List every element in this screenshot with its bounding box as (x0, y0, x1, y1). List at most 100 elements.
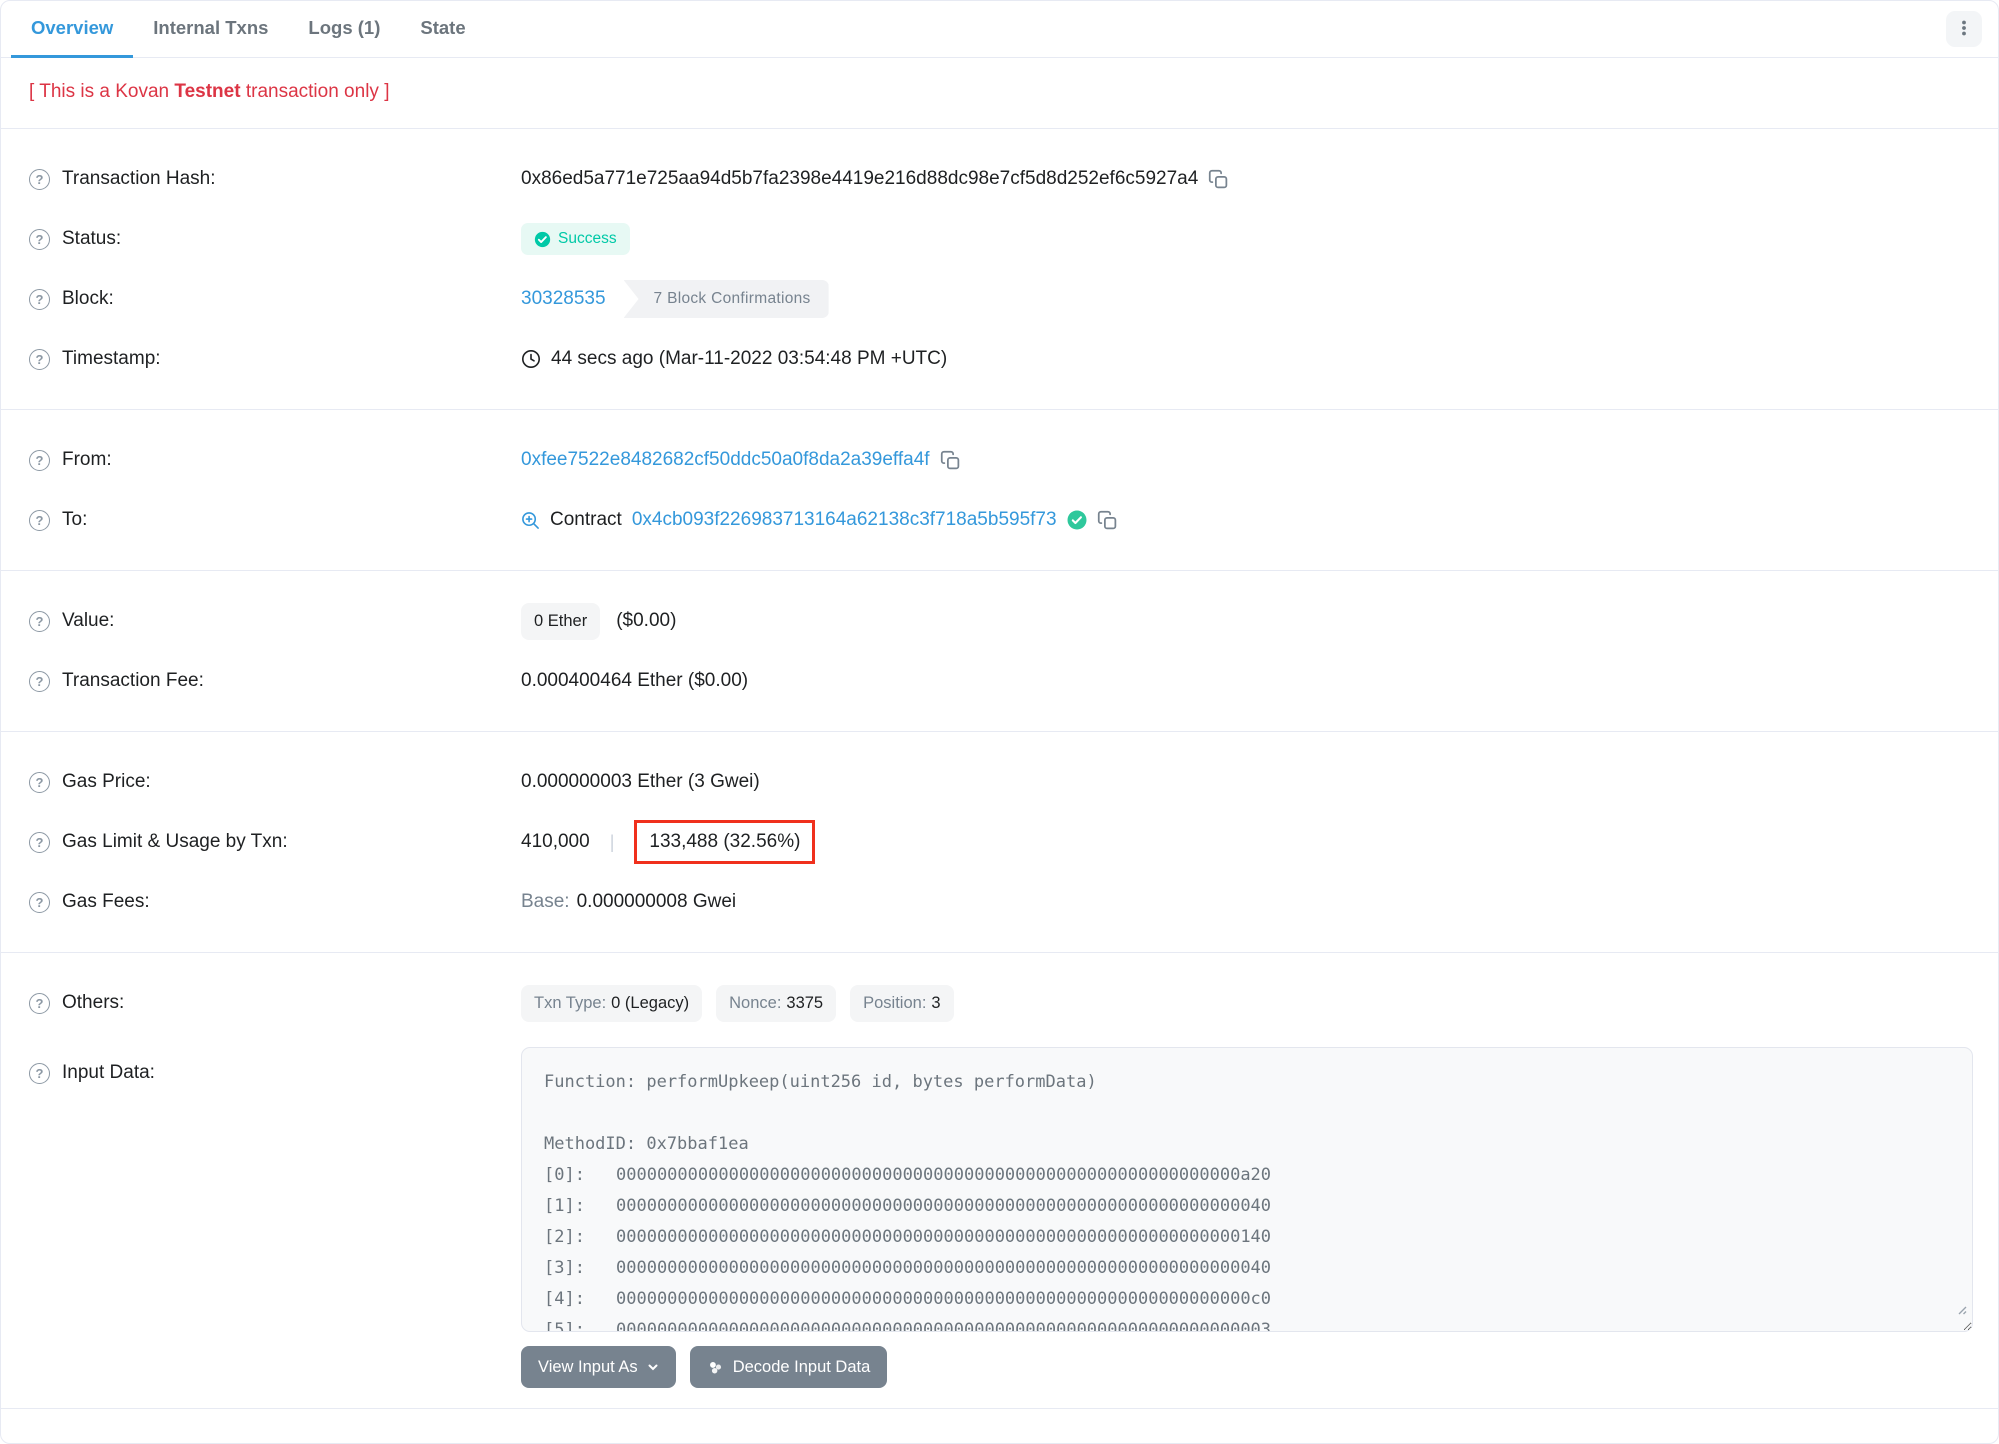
help-icon[interactable] (29, 891, 50, 913)
row-label-text: Value: (62, 610, 115, 631)
tab-internal-txns[interactable]: Internal Txns (133, 1, 288, 58)
help-icon[interactable] (29, 449, 50, 471)
row-label-text: Timestamp: (62, 348, 161, 369)
help-icon[interactable] (29, 228, 50, 250)
help-icon[interactable] (29, 348, 50, 370)
input-param-row: [4]: 000000000000000000000000000000000000… (544, 1284, 1950, 1315)
copy-icon (1097, 510, 1116, 529)
value-ether-badge: 0 Ether (521, 602, 601, 640)
row-transaction-hash: Transaction Hash: 0x86ed5a771e725aa94d5b… (1, 149, 1998, 209)
status-text: Success (558, 230, 617, 247)
input-param-row: [2]: 000000000000000000000000000000000000… (544, 1222, 1950, 1253)
badge-value: 0 (Legacy) (611, 993, 690, 1012)
row-gas-fees: Gas Fees: Base: 0.000000008 Gwei (1, 872, 1998, 932)
param-value: 0000000000000000000000000000000000000000… (616, 1196, 1272, 1216)
input-methodid-line: MethodID: 0x7bbaf1ea (544, 1134, 749, 1154)
row-timestamp: Timestamp: 44 secs ago (Mar-11-2022 03:5… (1, 329, 1998, 389)
transaction-overview-card: Overview Internal Txns Logs (1) State [ … (0, 0, 1999, 1444)
txn-type-badge: Txn Type: 0 (Legacy) (521, 984, 703, 1022)
help-icon[interactable] (29, 288, 50, 310)
row-from: From: 0xfee7522e8482682cf50ddc50a0f8da2a… (1, 430, 1998, 490)
row-value: Value: 0 Ether ($0.00) (1, 591, 1998, 651)
copy-hash-button[interactable] (1208, 169, 1229, 190)
separator: | (609, 831, 615, 852)
help-icon[interactable] (29, 509, 50, 531)
testnet-warning: [ This is a Kovan Testnet transaction on… (1, 58, 1998, 128)
chevron-down-icon (647, 1361, 659, 1373)
position-badge: Position: 3 (850, 984, 954, 1022)
param-key: [1]: (544, 1196, 585, 1216)
check-circle-icon (534, 231, 551, 247)
row-label-text: Status: (62, 228, 122, 249)
help-icon[interactable] (29, 168, 50, 190)
copy-from-address-button[interactable] (940, 450, 961, 471)
gas-price-value: 0.000000003 Ether (3 Gwei) (521, 771, 760, 792)
tab-bar: Overview Internal Txns Logs (1) State (1, 1, 1998, 58)
copy-icon (940, 450, 959, 469)
input-function-line: Function: performUpkeep(uint256 id, byte… (544, 1072, 1097, 1092)
help-icon[interactable] (29, 771, 50, 793)
tab-logs[interactable]: Logs (1) (288, 1, 400, 58)
row-label-text: Transaction Hash: (62, 168, 216, 189)
section-hash-status-block-time: Transaction Hash: 0x86ed5a771e725aa94d5b… (1, 129, 1998, 409)
row-label-text: Gas Price: (62, 771, 151, 792)
to-address-link[interactable]: 0x4cb093f226983713164a62138c3f718a5b595f… (632, 509, 1057, 531)
warning-prefix: [ This is a Kovan (29, 81, 175, 102)
help-icon[interactable] (29, 831, 50, 853)
badge-key: Nonce: (729, 993, 782, 1012)
param-key: [3]: (544, 1258, 585, 1278)
param-value: 0000000000000000000000000000000000000000… (616, 1165, 1272, 1185)
input-data-textarea[interactable]: Function: performUpkeep(uint256 id, byte… (521, 1047, 1973, 1332)
transaction-fee-value: 0.000400464 Ether ($0.00) (521, 670, 749, 691)
param-value: 0000000000000000000000000000000000000000… (616, 1258, 1272, 1278)
view-input-as-button[interactable]: View Input As (521, 1346, 676, 1388)
transaction-hash-value: 0x86ed5a771e725aa94d5b7fa2398e4419e216d8… (521, 168, 1199, 189)
gas-limit-value: 410,000 (521, 831, 590, 852)
param-value: 0000000000000000000000000000000000000000… (616, 1289, 1272, 1309)
warning-suffix: transaction only ] (240, 81, 390, 102)
help-icon[interactable] (29, 610, 50, 632)
param-value: 0000000000000000000000000000000000000000… (616, 1227, 1272, 1247)
button-label: View Input As (538, 1357, 638, 1376)
warning-bold: Testnet (174, 81, 241, 102)
section-gas: Gas Price: 0.000000003 Ether (3 Gwei) Ga… (1, 732, 1998, 952)
section-others-input: Others: Txn Type: 0 (Legacy) Nonce: 3375… (1, 953, 1998, 1408)
bottom-spacer (1, 1409, 1998, 1443)
timestamp-value: 44 secs ago (Mar-11-2022 03:54:48 PM +UT… (551, 348, 948, 369)
button-label: Decode Input Data (732, 1357, 871, 1376)
more-options-button[interactable] (1946, 11, 1982, 47)
verified-check-icon (1067, 510, 1087, 530)
input-param-row: [5]: 000000000000000000000000000000000000… (544, 1315, 1950, 1331)
tab-overview[interactable]: Overview (11, 1, 134, 58)
row-others: Others: Txn Type: 0 (Legacy) Nonce: 3375… (1, 973, 1998, 1033)
row-label-text: Gas Limit & Usage by Txn: (62, 831, 288, 852)
help-icon[interactable] (29, 992, 50, 1014)
help-icon[interactable] (29, 1062, 50, 1084)
value-usd-text: ($0.00) (616, 610, 677, 631)
kebab-icon (1955, 19, 1973, 40)
nonce-badge: Nonce: 3375 (716, 984, 837, 1022)
from-address-link[interactable]: 0xfee7522e8482682cf50ddc50a0f8da2a39effa… (521, 449, 930, 471)
block-confirmations-badge: 7 Block Confirmations (623, 280, 829, 318)
resize-grip-icon[interactable] (1955, 1295, 1967, 1326)
gas-usage-highlight-box: 133,488 (32.56%) (634, 820, 816, 864)
row-label-text: Gas Fees: (62, 891, 150, 912)
help-icon[interactable] (29, 670, 50, 692)
decode-input-data-button[interactable]: Decode Input Data (689, 1346, 888, 1388)
copy-to-address-button[interactable] (1097, 510, 1118, 531)
badge-key: Txn Type: (534, 993, 607, 1012)
section-from-to: From: 0xfee7522e8482682cf50ddc50a0f8da2a… (1, 410, 1998, 570)
param-key: [4]: (544, 1289, 585, 1309)
to-kind-text: Contract (550, 509, 622, 530)
section-value-fee: Value: 0 Ether ($0.00) Transaction Fee: … (1, 571, 1998, 731)
row-status: Status: Success (1, 209, 1998, 269)
contract-preview-button[interactable] (521, 511, 540, 530)
magnifier-plus-icon (522, 511, 539, 529)
badge-value: 3 (931, 993, 941, 1012)
row-label-text: To: (62, 509, 88, 530)
tab-state[interactable]: State (400, 1, 485, 58)
row-to: To: Contract 0x4cb093f226983713164a62138… (1, 490, 1998, 550)
badge-key: Position: (863, 993, 927, 1012)
block-number-link[interactable]: 30328535 (521, 288, 606, 310)
copy-icon (1209, 169, 1228, 188)
